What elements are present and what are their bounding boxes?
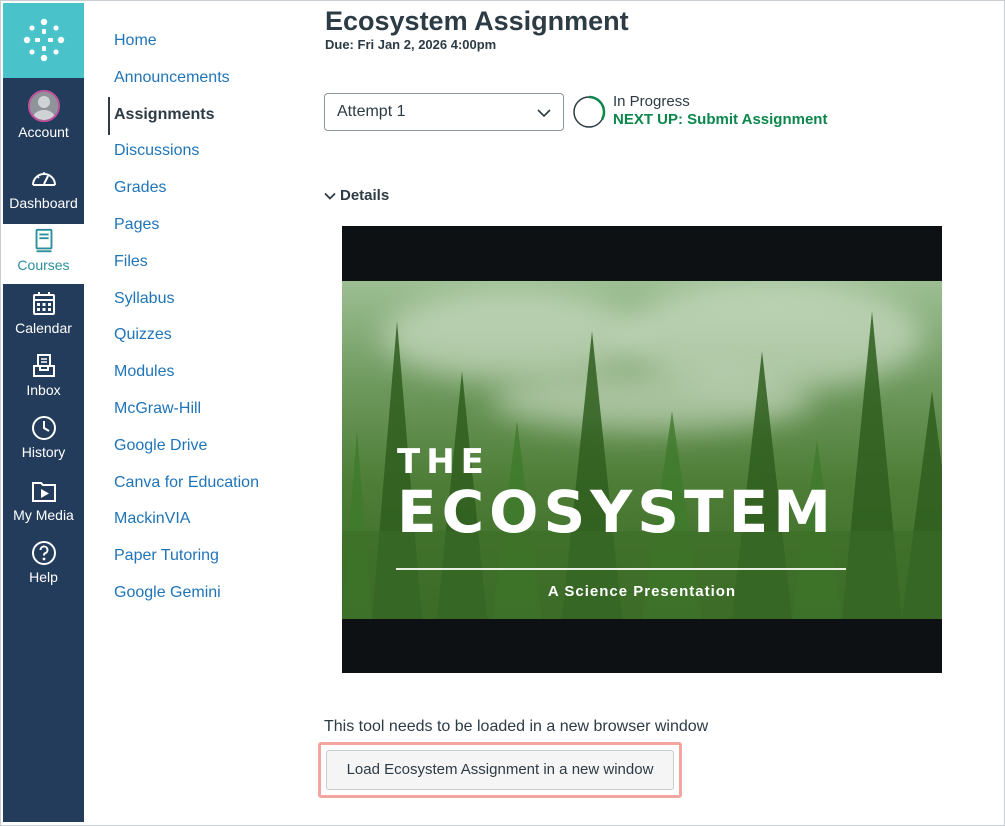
calendar-icon bbox=[32, 292, 55, 315]
course-nav: Home Announcements Assignments Discussio… bbox=[84, 3, 304, 822]
global-nav-label: My Media bbox=[13, 507, 74, 523]
course-nav-assignments[interactable]: Assignments bbox=[114, 105, 214, 125]
details-label: Details bbox=[340, 187, 390, 204]
course-nav-grades[interactable]: Grades bbox=[114, 178, 166, 198]
global-nav-courses[interactable]: Courses bbox=[3, 224, 84, 284]
global-nav-label: Courses bbox=[17, 257, 70, 273]
cover-divider bbox=[396, 568, 846, 570]
course-nav-pages[interactable]: Pages bbox=[114, 215, 159, 235]
tool-note: This tool needs to be loaded in a new br… bbox=[324, 718, 709, 735]
course-nav-canva[interactable]: Canva for Education bbox=[114, 473, 259, 493]
course-nav-announcements[interactable]: Announcements bbox=[114, 68, 230, 88]
course-nav-google-drive[interactable]: Google Drive bbox=[114, 436, 207, 456]
global-nav-my-media[interactable]: My Media bbox=[3, 477, 84, 539]
global-nav-label: Help bbox=[29, 569, 58, 585]
global-nav-label: Calendar bbox=[15, 320, 72, 336]
global-nav: Account Dashboard Courses Calendar Inbox… bbox=[3, 3, 84, 822]
inbox-icon bbox=[32, 354, 55, 377]
forest-background: THE ECOSYSTEM A Science Presentation bbox=[342, 281, 942, 619]
course-nav-mackinvia[interactable]: MackinVIA bbox=[114, 509, 190, 529]
course-nav-home[interactable]: Home bbox=[114, 31, 157, 51]
canvas-logo-icon bbox=[23, 18, 65, 62]
course-nav-mcgraw-hill[interactable]: McGraw-Hill bbox=[114, 399, 201, 419]
avatar bbox=[27, 90, 60, 122]
cover-subtitle: A Science Presentation bbox=[547, 583, 737, 600]
attempt-select[interactable]: Attempt 1 bbox=[324, 93, 564, 131]
course-nav-google-gemini[interactable]: Google Gemini bbox=[114, 583, 221, 603]
global-nav-inbox[interactable]: Inbox bbox=[3, 352, 84, 414]
course-nav-active-indicator bbox=[108, 97, 110, 135]
load-in-new-window-button[interactable]: Load Ecosystem Assignment in a new windo… bbox=[326, 750, 674, 790]
global-nav-help[interactable]: Help bbox=[3, 539, 84, 601]
dashboard-icon bbox=[31, 172, 56, 186]
global-nav-account[interactable]: Account bbox=[3, 90, 84, 152]
course-nav-discussions[interactable]: Discussions bbox=[114, 141, 199, 161]
global-nav-dashboard[interactable]: Dashboard bbox=[3, 165, 84, 227]
next-up-label: NEXT UP: Submit Assignment bbox=[613, 111, 828, 128]
course-nav-paper-tutoring[interactable]: Paper Tutoring bbox=[114, 546, 219, 566]
global-nav-label: Inbox bbox=[26, 382, 61, 398]
cover-title-line2: ECOSYSTEM bbox=[397, 478, 836, 546]
status-label: In Progress bbox=[613, 93, 690, 110]
course-nav-modules[interactable]: Modules bbox=[114, 362, 174, 382]
details-toggle[interactable]: Details bbox=[324, 186, 389, 206]
course-nav-syllabus[interactable]: Syllabus bbox=[114, 289, 174, 309]
course-nav-files[interactable]: Files bbox=[114, 252, 148, 272]
course-nav-quizzes[interactable]: Quizzes bbox=[114, 325, 172, 345]
global-nav-label: History bbox=[21, 444, 66, 460]
courses-icon bbox=[35, 228, 52, 253]
assignment-cover-image: THE ECOSYSTEM A Science Presentation bbox=[342, 226, 942, 673]
chevron-down-icon bbox=[537, 109, 551, 118]
history-icon bbox=[31, 416, 56, 440]
global-nav-label: Account bbox=[18, 124, 69, 140]
due-date: Due: Fri Jan 2, 2026 4:00pm bbox=[325, 37, 497, 52]
chevron-down-icon bbox=[324, 192, 336, 200]
cover-title-line1: THE bbox=[397, 442, 490, 482]
global-nav-calendar[interactable]: Calendar bbox=[3, 290, 84, 352]
page-title: Ecosystem Assignment bbox=[325, 6, 629, 36]
canvas-logo[interactable] bbox=[3, 3, 84, 78]
global-nav-history[interactable]: History bbox=[3, 414, 84, 476]
media-icon bbox=[31, 482, 56, 502]
global-nav-label: Dashboard bbox=[9, 195, 78, 211]
help-icon bbox=[31, 541, 56, 565]
attempt-select-value: Attempt 1 bbox=[337, 103, 406, 120]
progress-ring bbox=[572, 95, 606, 129]
